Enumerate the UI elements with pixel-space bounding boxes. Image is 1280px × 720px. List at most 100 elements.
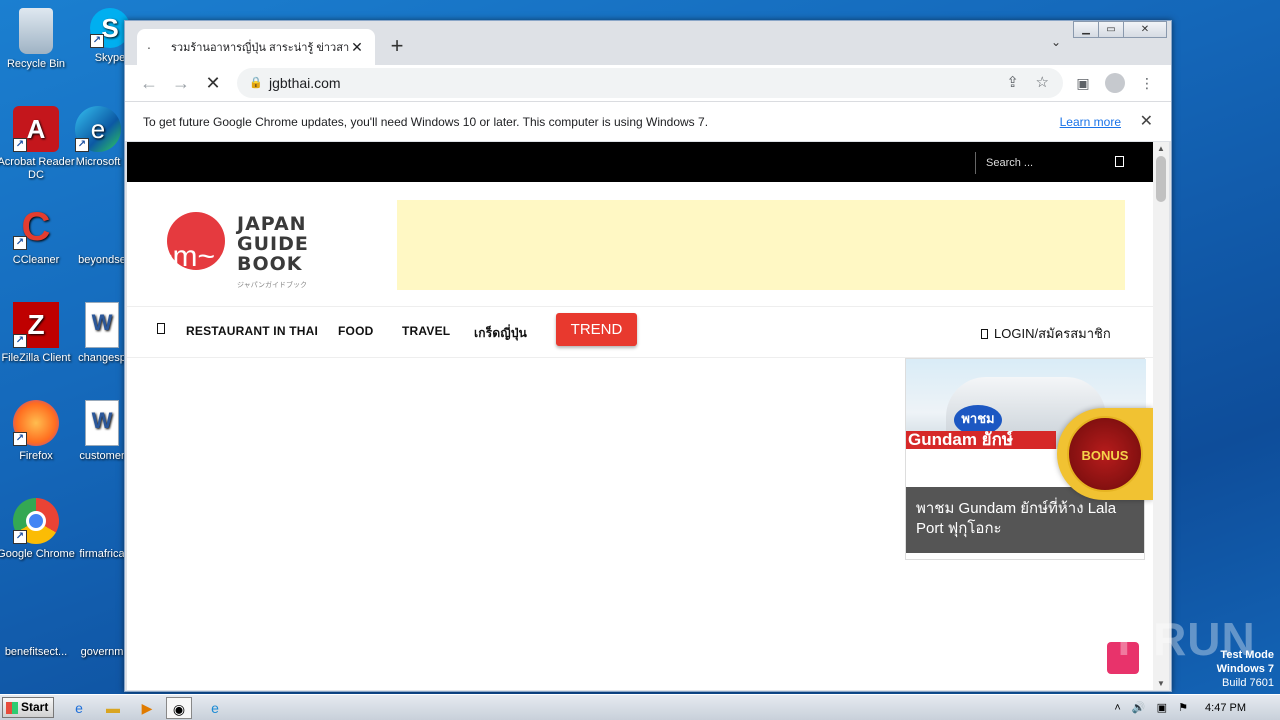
chrome-window: . รวมร้านอาหารญี่ปุ่น สาระน่ารู้ ข่าวสาร… (124, 20, 1172, 692)
network-icon[interactable]: ▣ (1157, 702, 1167, 714)
logo-subtitle: ジャパンガイドブック (237, 282, 307, 289)
filezilla-icon: Z ↗ (13, 302, 59, 348)
test-mode-label: Test Mode Windows 7 Build 7601 (1217, 648, 1274, 690)
desktop-icon-label: CCleaner (12, 254, 60, 266)
nav-japan-tips[interactable]: เกร็ดญี่ปุ่น (474, 324, 527, 343)
logo-line: GUIDE (237, 233, 309, 255)
test-mode-line: Build 7601 (1222, 677, 1274, 689)
file-icon (79, 498, 125, 544)
search-icon[interactable] (1115, 156, 1124, 167)
infobar-close-icon[interactable]: ✕ (1140, 102, 1153, 142)
avatar (1105, 73, 1125, 93)
address-bar[interactable]: 🔒 jgbthai.com ⇪ ☆ (237, 68, 1063, 98)
nav-restaurant-in-thai[interactable]: RESTAURANT IN THAI (186, 324, 318, 338)
file-icon (79, 596, 125, 642)
trend-button[interactable]: TREND (556, 313, 637, 346)
scrollbar-thumb[interactable] (1156, 156, 1166, 202)
word-glyph: W (91, 408, 113, 433)
word-document-icon: W (85, 400, 119, 446)
action-center-flag-icon[interactable]: ⚑ (1178, 702, 1188, 714)
file-icon (79, 204, 125, 250)
edge-glyph: e (90, 114, 106, 144)
close-window-button[interactable]: ✕ (1123, 21, 1167, 38)
side-panel-icon[interactable]: ▣ (1071, 71, 1095, 95)
shortcut-arrow-icon: ↗ (13, 138, 27, 152)
bonus-floating-ad[interactable]: BONUS (1057, 408, 1153, 500)
login-link[interactable]: LOGIN/สมัครสมาชิก (981, 323, 1111, 344)
taskbar: Start e ▬ ▶ ◉ e ˄ 🔊 ▣ ⚑ 4:47 PM (0, 694, 1280, 720)
site-search-input[interactable]: Search ... (975, 152, 1125, 174)
nav-travel[interactable]: TRAVEL (402, 324, 450, 338)
home-icon[interactable] (157, 323, 165, 334)
desktop-icon-label: benefitsect... (4, 646, 68, 658)
desktop-icon-label: Microsoft (75, 156, 121, 168)
profile-icon[interactable] (1103, 71, 1127, 95)
stop-loading-icon[interactable]: ✕ (201, 71, 225, 95)
desktop-icon-label: FileZilla Client (1, 352, 71, 364)
minimize-button[interactable]: ▁ (1073, 21, 1099, 38)
windows-flag-icon (6, 702, 18, 714)
taskbar-chrome-icon[interactable]: ◉ (166, 697, 192, 719)
new-tab-icon[interactable]: + (387, 33, 407, 59)
page-scrollbar[interactable]: ▲ ▼ (1153, 142, 1169, 690)
loading-favicon-icon: . (147, 36, 151, 52)
tab-search-chevron-icon[interactable]: ⌄ (1051, 35, 1061, 49)
shortcut-arrow-icon: ↗ (90, 34, 104, 48)
start-button[interactable]: Start (2, 697, 54, 718)
update-infobar: To get future Google Chrome updates, you… (125, 101, 1171, 141)
forward-icon[interactable]: → (169, 71, 193, 95)
test-mode-line: Test Mode (1220, 649, 1274, 661)
share-icon[interactable]: ⇪ (1006, 68, 1019, 98)
start-label: Start (21, 700, 49, 714)
taskbar-edge-icon[interactable]: e (202, 697, 228, 719)
desktop-icon-label: firmafrica (79, 548, 125, 560)
desktop-icon-label: beyondse (78, 254, 126, 266)
taskbar-media-player-icon[interactable]: ▶ (134, 697, 160, 719)
tray-expand-icon[interactable]: ˄ (1114, 702, 1120, 714)
logo-line: BOOK (237, 253, 303, 275)
shortcut-arrow-icon: ↗ (13, 530, 27, 544)
logo-line: JAPAN (237, 213, 307, 235)
clock[interactable]: 4:47 PM (1205, 702, 1246, 714)
desktop-icon-label: Recycle Bin (6, 58, 66, 70)
infobar-message: To get future Google Chrome updates, you… (143, 115, 709, 129)
url-text: jgbthai.com (269, 75, 341, 91)
thumbnail-banner: Gundam ยักษ์ (906, 431, 1056, 449)
main-nav: RESTAURANT IN THAI FOOD TRAVEL เกร็ดญี่ป… (127, 306, 1153, 358)
bonus-badge: BONUS (1067, 416, 1143, 492)
scroll-down-icon[interactable]: ▼ (1153, 679, 1169, 688)
volume-icon[interactable]: 🔊 (1132, 702, 1146, 714)
chrome-icon: ↗ (13, 498, 59, 544)
shortcut-arrow-icon: ↗ (13, 334, 27, 348)
desktop-icon-label: customer (79, 450, 125, 462)
tab-close-icon[interactable]: ✕ (349, 39, 365, 56)
menu-kebab-icon[interactable]: ⋮ (1135, 71, 1159, 95)
bookmark-star-icon[interactable]: ☆ (1036, 68, 1049, 98)
page-viewport: Search ... ~m~ JAPAN GUIDE BOOK ジャパンガイドブ… (127, 142, 1169, 690)
desktop-icon-label: Firefox (19, 450, 53, 462)
file-icon (13, 596, 59, 642)
shortcut-arrow-icon: ↗ (75, 138, 89, 152)
back-icon[interactable]: ← (137, 71, 161, 95)
desktop-icon-recycle-bin[interactable]: Recycle Bin (0, 8, 76, 71)
scroll-up-icon[interactable]: ▲ (1153, 144, 1169, 153)
desktop-icon-label: Skype (94, 52, 126, 64)
site-top-bar: Search ... (127, 142, 1153, 182)
nav-food[interactable]: FOOD (338, 324, 373, 338)
word-glyph: W (91, 310, 113, 335)
word-document-icon: W (85, 302, 119, 348)
learn-more-link[interactable]: Learn more (1060, 102, 1121, 142)
browser-toolbar: ← → ✕ 🔒 jgbthai.com ⇪ ☆ ▣ ⋮ (125, 65, 1171, 101)
firefox-icon: ↗ (13, 400, 59, 446)
login-label: LOGIN/สมัครสมาชิก (994, 326, 1111, 341)
taskbar-ie-icon[interactable]: e (66, 697, 92, 719)
taskbar-explorer-icon[interactable]: ▬ (100, 697, 126, 719)
logo-text: JAPAN GUIDE BOOK (237, 214, 327, 274)
maximize-button[interactable]: ▭ (1098, 21, 1124, 38)
tab-jgbthai[interactable]: . รวมร้านอาหารญี่ปุ่น สาระน่ารู้ ข่าวสาร… (137, 29, 375, 65)
window-controls: ▁ ▭ ✕ (1073, 21, 1167, 38)
filezilla-glyph: Z (27, 309, 45, 340)
logo-brush-icon: ~m~ (155, 240, 216, 273)
ad-banner[interactable] (397, 200, 1125, 290)
shortcut-arrow-icon: ↗ (13, 432, 27, 446)
